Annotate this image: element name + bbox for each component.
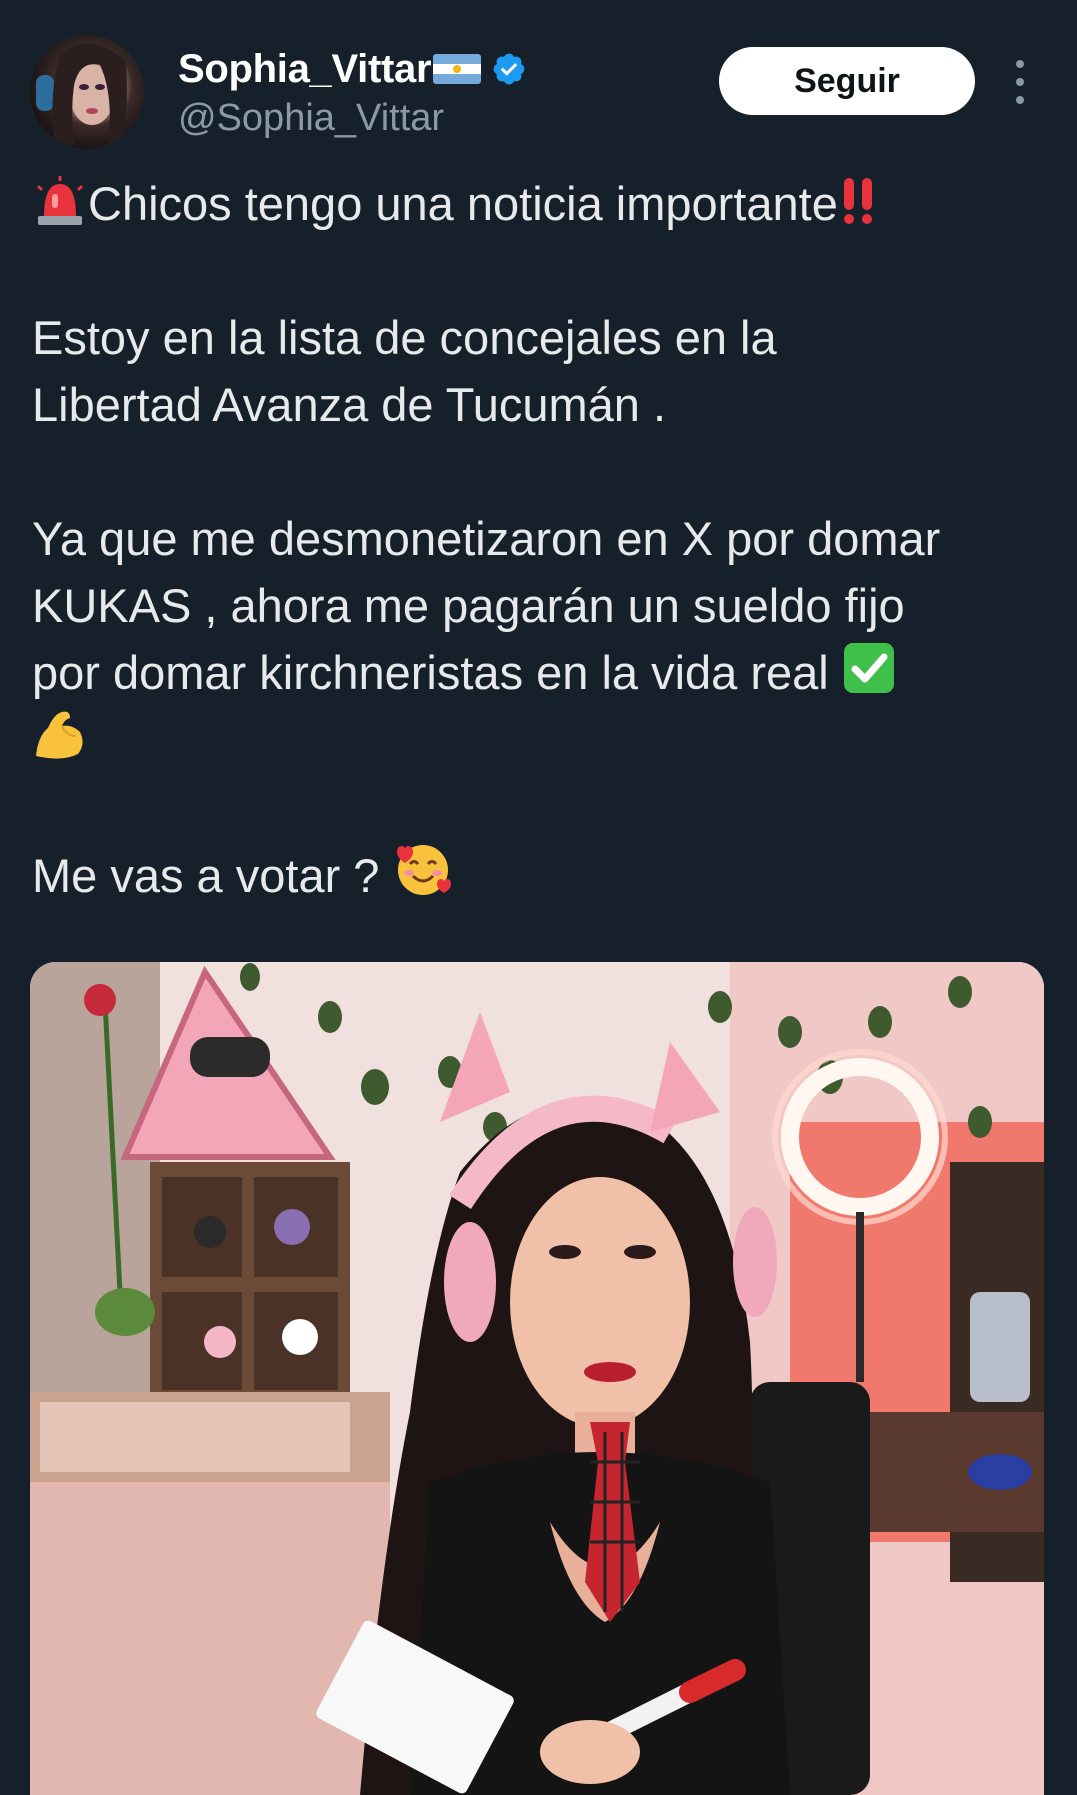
tweet-header: Sophia_Vittar @Sophia_Vittar Seguir [30, 35, 1047, 150]
tweet-line-3b: KUKAS , ahora me pagarán un sueldo fijo [32, 579, 905, 632]
tweet-line: Chicos tengo una noticia importante [32, 170, 1042, 237]
siren-emoji-icon [36, 176, 84, 225]
tweet-line-1: Chicos tengo una noticia importante [88, 177, 838, 230]
tweet-line: Me vas a votar ? [32, 840, 1042, 909]
tweet-line [32, 706, 1042, 773]
tweet-media-image[interactable] [30, 962, 1044, 1795]
smiling-face-with-hearts-emoji-icon [396, 845, 451, 895]
tweet-line-2b: Libertad Avanza de Tucumán . [32, 378, 667, 431]
flexed-biceps-emoji-icon [36, 711, 83, 759]
display-name-row: Sophia_Vittar [178, 43, 527, 95]
display-name[interactable]: Sophia_Vittar [178, 47, 432, 92]
author-names: Sophia_Vittar @Sophia_Vittar [178, 43, 527, 140]
avatar[interactable] [30, 35, 144, 149]
tweet-line-3c: por domar kirchneristas en la vida real [32, 646, 829, 699]
follow-button[interactable]: Seguir [719, 47, 975, 115]
tweet-line-3a: Ya que me desmonetizaron en X por domar [32, 512, 941, 565]
tweet-line-4: Me vas a votar ? [32, 849, 380, 902]
double-exclamation-icon [843, 178, 872, 224]
check-mark-emoji-icon [843, 643, 894, 693]
tweet-line: por domar kirchneristas en la vida real [32, 639, 1042, 706]
argentina-flag-icon [433, 54, 482, 84]
author-handle[interactable]: @Sophia_Vittar [178, 97, 527, 140]
verified-badge-icon [493, 53, 525, 85]
tweet: Sophia_Vittar @Sophia_Vittar Seguir Chic… [0, 0, 1077, 1795]
more-vertical-icon[interactable] [1005, 60, 1035, 104]
tweet-line-2a: Estoy en la lista de concejales en la [32, 311, 777, 364]
tweet-text: Chicos tengo una noticia importante Esto… [32, 170, 1042, 909]
